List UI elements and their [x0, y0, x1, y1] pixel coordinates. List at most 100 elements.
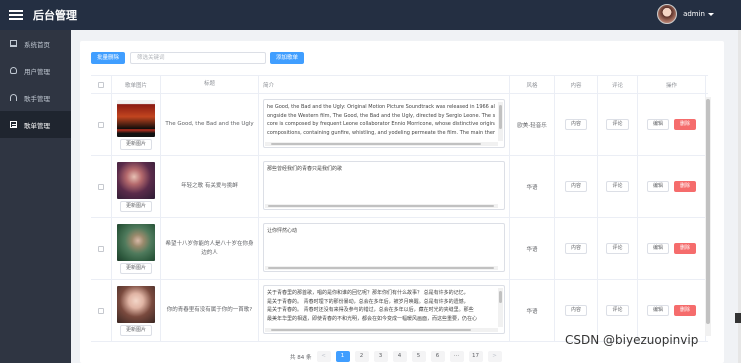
app-title: 后台管理	[33, 9, 77, 22]
header-style: 风格	[510, 76, 555, 93]
table-row: 更新图片 年轻之歌 有关爱与挑衅 那些曾经我们的青春只是我们的歌 华语 内容 评…	[91, 156, 708, 218]
comment-button[interactable]: 评论	[606, 243, 629, 254]
sidebar-item-home[interactable]: 系统首页	[0, 30, 71, 57]
page-button[interactable]: 6	[430, 351, 445, 362]
header-cover: 歌单图片	[112, 76, 161, 93]
prev-page-button[interactable]: <	[316, 351, 331, 362]
search-input[interactable]: 筛选关键词	[130, 52, 267, 64]
select-all-checkbox[interactable]	[98, 81, 104, 88]
playlist-cover-image	[117, 99, 155, 137]
caret-down-icon[interactable]	[708, 12, 714, 16]
row-checkbox[interactable]	[98, 183, 104, 190]
next-page-button[interactable]: >	[487, 351, 502, 362]
row-checkbox[interactable]	[98, 121, 104, 128]
delete-button[interactable]: 删除	[674, 243, 697, 254]
comment-button[interactable]: 评论	[606, 305, 629, 316]
sidebar-item-label: 用户管理	[24, 67, 50, 76]
horizontal-scrollbar[interactable]	[265, 204, 498, 208]
more-pages-button[interactable]: ···	[449, 351, 464, 362]
sidebar: 系统首页 用户管理 歌手管理 歌单管理	[0, 30, 71, 363]
vertical-scrollbar[interactable]	[498, 288, 503, 327]
edit-button[interactable]: 编辑	[646, 181, 669, 192]
update-image-button[interactable]: 更新图片	[119, 324, 152, 336]
user-menu[interactable]: admin	[657, 4, 714, 24]
content-button[interactable]: 内容	[564, 181, 587, 192]
page-button[interactable]: 1	[335, 351, 350, 362]
comment-button[interactable]: 评论	[606, 181, 629, 192]
page-button[interactable]: 4	[392, 351, 407, 362]
intro-textarea[interactable]: 让你怦然心动	[263, 223, 505, 272]
sidebar-item-label: 歌手管理	[24, 94, 50, 103]
headphones-icon	[10, 94, 17, 101]
table-header: 歌单图片 标题 简介 风格 内容 评论 操作	[91, 75, 708, 94]
header-ops: 操作	[638, 76, 706, 93]
playlist-style: 欧美-轻音乐	[510, 94, 555, 155]
intro-textarea[interactable]: 那些曾经我们的青春只是我们的歌	[263, 161, 505, 210]
playlist-style: 华语	[510, 156, 555, 217]
update-image-button[interactable]: 更新图片	[119, 138, 152, 150]
page-button[interactable]: 2	[354, 351, 369, 362]
sidebar-item-label: 系统首页	[24, 40, 50, 49]
horizontal-scrollbar[interactable]	[265, 142, 498, 146]
top-header: 后台管理 admin	[0, 0, 741, 30]
table-row: 更新图片 The Good, the Bad and the Ugly he G…	[91, 94, 708, 156]
menu-toggle-icon[interactable]	[9, 10, 23, 20]
username[interactable]: admin	[683, 10, 705, 18]
intro-text: 关于青春里的那首歌，唱的是你和谁的回忆呢？那年你们有什么故事？ 总是有许多的记忆…	[267, 290, 478, 322]
sidebar-item-singers[interactable]: 歌手管理	[0, 84, 71, 111]
dashboard-icon	[10, 40, 17, 47]
playlist-cover-image	[117, 223, 155, 261]
user-icon	[10, 67, 17, 74]
update-image-button[interactable]: 更新图片	[119, 262, 152, 274]
delete-button[interactable]: 删除	[674, 119, 697, 130]
document-icon	[10, 121, 17, 128]
sidebar-item-playlists[interactable]: 歌单管理	[0, 111, 71, 138]
main-card: 批量删除 筛选关键词 添加歌单 歌单图片 标题 简介 风格 内容 评论 操作 更…	[80, 41, 724, 363]
playlist-title: The Good, the Bad and the Ugly	[161, 94, 259, 155]
intro-text: 那些曾经我们的青春只是我们的歌	[267, 166, 343, 172]
row-checkbox[interactable]	[98, 245, 104, 252]
header-comment: 评论	[598, 76, 638, 93]
table-vertical-scrollbar[interactable]	[705, 97, 711, 336]
playlist-title: 希望十八岁你能的人是八十岁在你身边的人	[161, 218, 259, 279]
batch-delete-button[interactable]: 批量删除	[91, 52, 126, 64]
header-title: 标题	[161, 76, 259, 93]
sidebar-item-users[interactable]: 用户管理	[0, 57, 71, 84]
horizontal-scrollbar[interactable]	[265, 328, 498, 332]
header-checkbox-cell	[91, 76, 112, 93]
edit-button[interactable]: 编辑	[646, 305, 669, 316]
comment-button[interactable]: 评论	[606, 119, 629, 130]
content-button[interactable]: 内容	[564, 119, 587, 130]
vertical-scrollbar[interactable]	[498, 102, 503, 141]
edit-button[interactable]: 编辑	[646, 119, 669, 130]
page-button[interactable]: 5	[411, 351, 426, 362]
update-image-button[interactable]: 更新图片	[119, 200, 152, 212]
header-intro: 简介	[259, 76, 510, 93]
pagination: 共 84 条 < 1 2 3 4 5 6 ··· 17 >	[290, 351, 502, 362]
add-playlist-button[interactable]: 添加歌单	[270, 52, 305, 64]
playlist-title: 你的青春里有没有属于你的一首歌?	[161, 280, 259, 341]
content-button[interactable]: 内容	[564, 243, 587, 254]
intro-textarea[interactable]: 关于青春里的那首歌，唱的是你和谁的回忆呢？那年你们有什么故事？ 总是有许多的记忆…	[263, 285, 505, 334]
page-button[interactable]: 17	[468, 351, 483, 362]
row-checkbox[interactable]	[98, 307, 104, 314]
intro-textarea[interactable]: he Good, the Bad and the Ugly: Original …	[263, 99, 505, 148]
toolbar: 批量删除 筛选关键词 添加歌单	[91, 52, 305, 64]
intro-text: 让你怦然心动	[267, 228, 298, 234]
pagination-total: 共 84 条	[290, 354, 312, 361]
avatar[interactable]	[657, 4, 678, 24]
page-button[interactable]: 3	[373, 351, 388, 362]
delete-button[interactable]: 删除	[674, 181, 697, 192]
intro-text: he Good, the Bad and the Ugly: Original …	[267, 104, 495, 136]
content-button[interactable]: 内容	[564, 305, 587, 316]
playlist-style: 华语	[510, 280, 555, 341]
side-tab[interactable]	[735, 313, 741, 323]
playlist-style: 华语	[510, 218, 555, 279]
header-content: 内容	[555, 76, 598, 93]
playlist-cover-image	[117, 161, 155, 199]
delete-button[interactable]: 删除	[674, 305, 697, 316]
watermark: CSDN @biyezuopinvip	[565, 333, 699, 347]
horizontal-scrollbar[interactable]	[265, 266, 498, 270]
sidebar-item-label: 歌单管理	[24, 121, 50, 130]
edit-button[interactable]: 编辑	[646, 243, 669, 254]
